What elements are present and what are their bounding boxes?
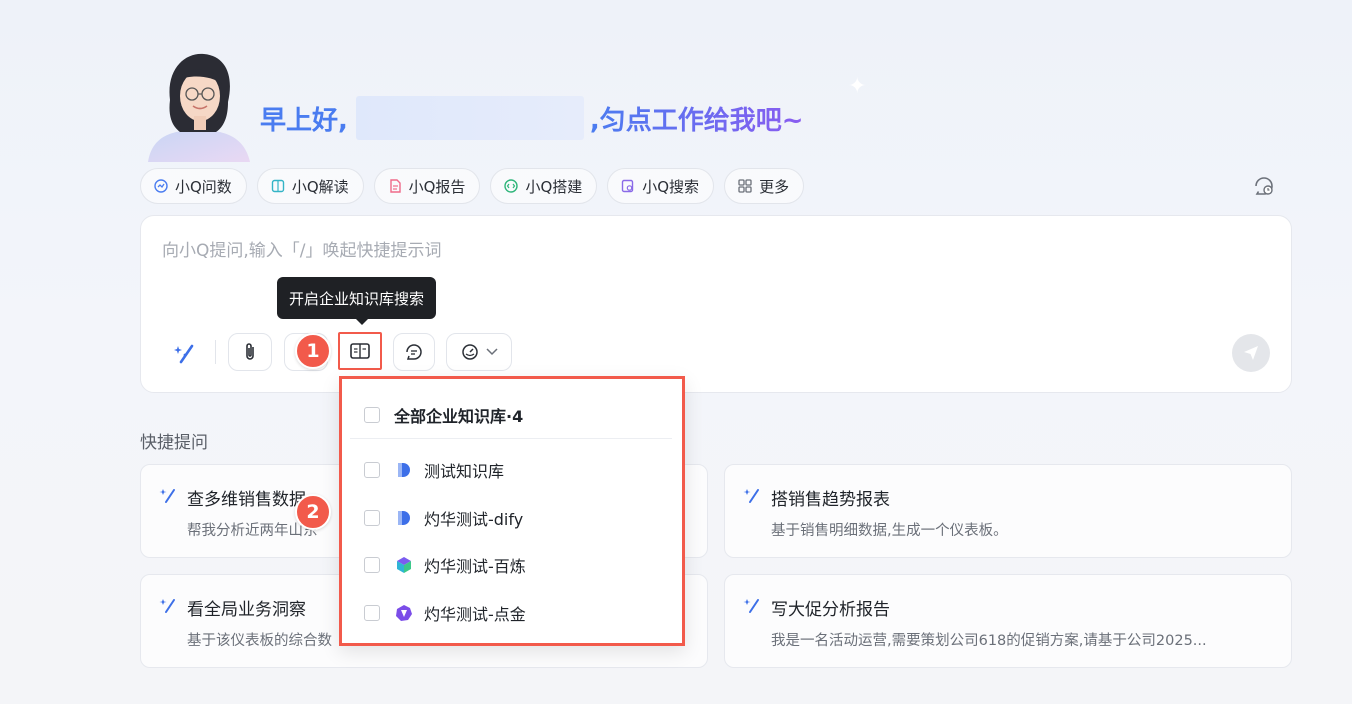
quick-prompt-title: 看全局业务洞察 bbox=[187, 600, 306, 620]
dianjin-purple-icon bbox=[396, 605, 412, 621]
sparkle-icon: ✦ bbox=[848, 74, 867, 99]
book-read-icon bbox=[271, 179, 285, 193]
chevron-down-icon bbox=[486, 348, 498, 356]
web-search-button[interactable] bbox=[393, 333, 435, 371]
knowledge-base-name: 灼华测试-dify bbox=[424, 510, 524, 529]
open-book-icon bbox=[350, 343, 370, 359]
greeting: 早上好, ,匀点工作给我吧~ bbox=[260, 96, 804, 140]
quick-prompt-desc: 我是一名活动运营,需要策划公司618的促销方案,请基于公司2025... bbox=[771, 633, 1207, 649]
chat-data-icon bbox=[154, 179, 168, 193]
chip-label: 小Q搜索 bbox=[642, 177, 700, 196]
knowledge-base-item[interactable]: 测试知识库 bbox=[364, 458, 504, 482]
knowledge-base-name: 测试知识库 bbox=[424, 462, 505, 481]
magic-wand-icon bbox=[743, 599, 759, 613]
quick-prompt-card[interactable]: 搭销售趋势报表 基于销售明细数据,生成一个仪表板。 bbox=[724, 464, 1292, 558]
search-doc-icon bbox=[622, 179, 634, 193]
chip-label: 小Q问数 bbox=[175, 177, 232, 196]
magic-wand-icon bbox=[743, 489, 759, 503]
magic-wand-icon[interactable] bbox=[172, 340, 198, 366]
chip-label: 小Q搭建 bbox=[525, 177, 583, 196]
chip-report[interactable]: 小Q报告 bbox=[373, 168, 481, 204]
all-knowledge-label: 全部企业知识库·4 bbox=[394, 407, 524, 426]
quick-prompts-title: 快捷提问 bbox=[140, 433, 208, 453]
report-doc-icon bbox=[389, 179, 401, 193]
quick-prompt-title: 查多维销售数据 bbox=[187, 490, 306, 510]
send-arrow-icon bbox=[1244, 346, 1258, 360]
grid-more-icon bbox=[738, 179, 752, 193]
assistant-avatar bbox=[148, 53, 250, 162]
checkbox[interactable] bbox=[364, 557, 380, 573]
paperclip-icon bbox=[246, 343, 254, 360]
model-speed-icon bbox=[462, 344, 478, 360]
checkbox[interactable] bbox=[364, 407, 380, 423]
chip-ask-data[interactable]: 小Q问数 bbox=[140, 168, 247, 204]
chat-history-icon[interactable] bbox=[1252, 174, 1276, 198]
chat-bubble-search-icon bbox=[406, 344, 422, 360]
model-select-button[interactable] bbox=[446, 333, 512, 371]
greeting-suffix: ,匀点工作给我吧~ bbox=[590, 100, 804, 137]
tooltip: 开启企业知识库搜索 bbox=[277, 277, 437, 325]
chip-label: 小Q解读 bbox=[291, 177, 349, 196]
checkbox[interactable] bbox=[364, 510, 380, 526]
chip-search[interactable]: 小Q搜索 bbox=[607, 168, 715, 204]
chip-interpret[interactable]: 小Q解读 bbox=[256, 168, 364, 204]
step-badge-2: 2 bbox=[295, 494, 331, 530]
select-all-knowledge-bases[interactable]: 全部企业知识库·4 bbox=[364, 403, 523, 427]
knowledge-base-item[interactable]: 灼华测试-dify bbox=[364, 506, 523, 530]
redacted-username bbox=[355, 96, 584, 140]
knowledge-base-dropdown: 全部企业知识库·4 测试知识库 灼华测试-dify 灼华测试-百炼 灼华测试-点… bbox=[339, 376, 685, 646]
divider bbox=[350, 438, 672, 439]
quick-prompt-card[interactable]: 写大促分析报告 我是一名活动运营,需要策划公司618的促销方案,请基于公司202… bbox=[724, 574, 1292, 668]
chip-more[interactable]: 更多 bbox=[724, 168, 805, 204]
greeting-prefix: 早上好, bbox=[260, 105, 348, 136]
chip-build[interactable]: 小Q搭建 bbox=[490, 168, 598, 204]
toolbar-divider bbox=[215, 340, 216, 364]
bailian-cube-icon bbox=[397, 557, 411, 573]
knowledge-base-name: 灼华测试-点金 bbox=[424, 605, 526, 624]
knowledge-base-name: 灼华测试-百炼 bbox=[424, 557, 526, 576]
knowledge-base-item[interactable]: 灼华测试-点金 bbox=[364, 601, 526, 625]
quick-prompt-title: 搭销售趋势报表 bbox=[771, 490, 890, 510]
knowledge-base-button[interactable] bbox=[338, 332, 382, 370]
quick-prompt-title: 写大促分析报告 bbox=[771, 600, 890, 620]
blue-d-logo-icon bbox=[398, 463, 410, 477]
step-badge-1: 1 bbox=[295, 333, 331, 369]
feature-chips: 小Q问数 小Q解读 小Q报告 小Q搭建 小Q搜索 更多 bbox=[140, 168, 805, 204]
prompt-input[interactable]: 向小Q提问,输入「/」唤起快捷提示词 bbox=[162, 236, 442, 261]
magic-wand-icon bbox=[159, 489, 175, 503]
chip-label: 更多 bbox=[759, 177, 790, 196]
send-button[interactable] bbox=[1232, 334, 1270, 372]
blue-d-logo-icon bbox=[398, 511, 410, 525]
chip-label: 小Q报告 bbox=[408, 177, 466, 196]
checkbox[interactable] bbox=[364, 462, 380, 478]
build-code-icon bbox=[504, 179, 519, 193]
knowledge-base-item[interactable]: 灼华测试-百炼 bbox=[364, 553, 526, 577]
checkbox[interactable] bbox=[364, 605, 380, 621]
attach-button[interactable] bbox=[228, 333, 272, 371]
quick-prompt-desc: 基于销售明细数据,生成一个仪表板。 bbox=[771, 523, 1008, 539]
magic-wand-icon bbox=[159, 599, 175, 613]
